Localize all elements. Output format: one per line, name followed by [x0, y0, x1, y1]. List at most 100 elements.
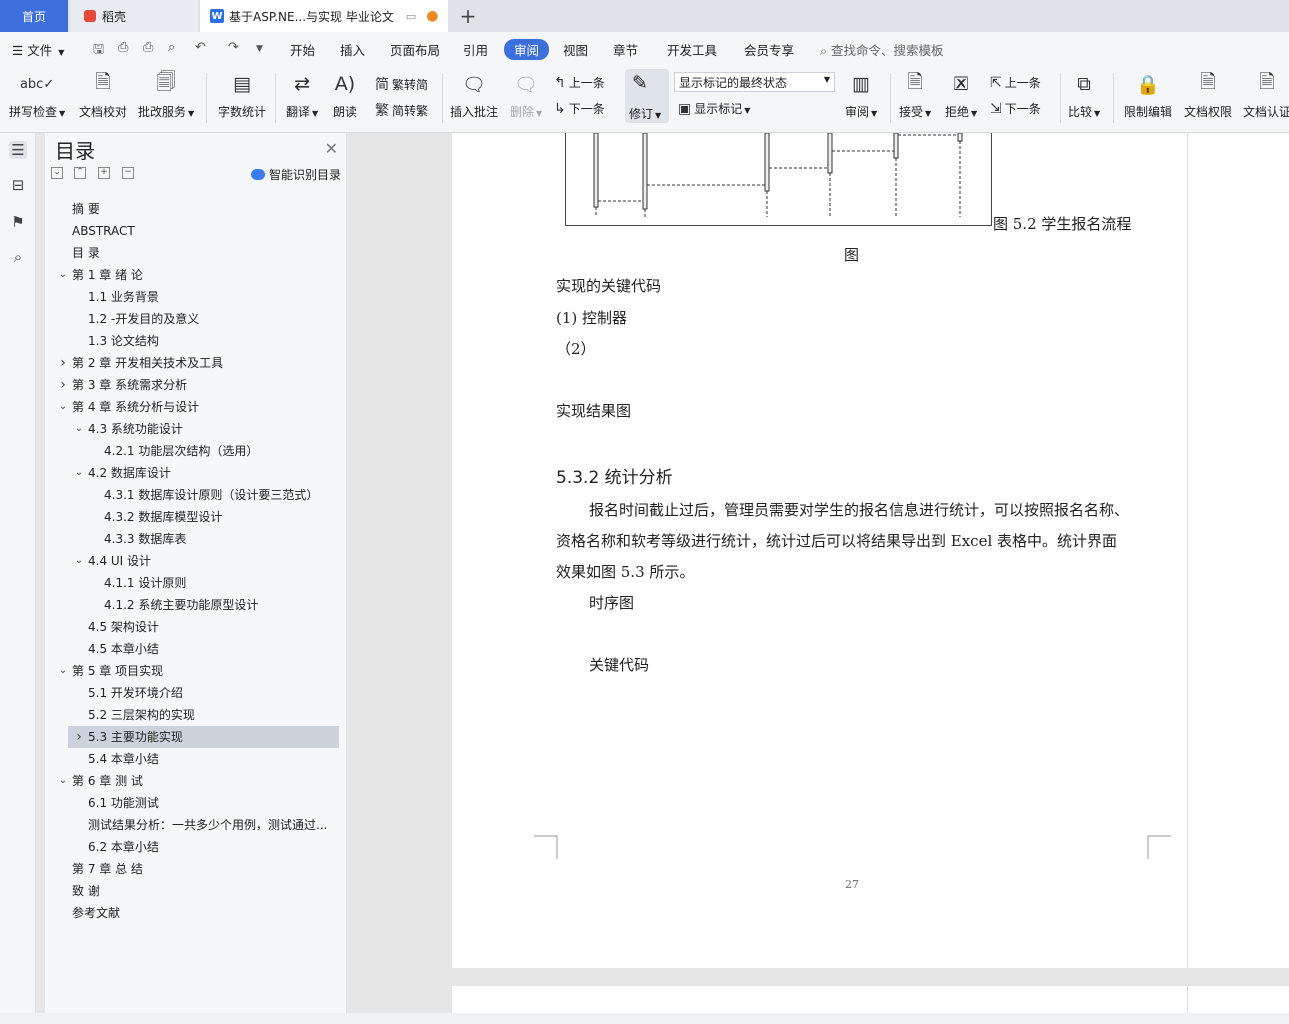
- toc-item[interactable]: 5.4 本章小结: [45, 748, 345, 770]
- insert-comment-button[interactable]: 🗨 插入批注: [450, 69, 498, 120]
- toc-item[interactable]: 测试结果分析：一共多少个用例，测试通过...: [45, 814, 345, 836]
- remove-heading-icon[interactable]: −: [122, 167, 134, 179]
- toc-item[interactable]: 6.1 功能测试: [45, 792, 345, 814]
- revision-state-select[interactable]: 显示标记的最终状态 ▼: [674, 72, 835, 92]
- menu-review[interactable]: 审阅: [504, 39, 550, 60]
- toc-item[interactable]: ⌄ 4.2 数据库设计: [45, 462, 345, 484]
- next-page[interactable]: [452, 986, 1289, 1016]
- doc-permission-button[interactable]: 🗎 文档权限: [1184, 69, 1232, 120]
- new-tab-button[interactable]: +: [454, 0, 482, 32]
- read-aloud-button[interactable]: A) 朗读: [330, 69, 360, 120]
- chevron-down-icon[interactable]: ⌄: [73, 550, 85, 572]
- menu-view[interactable]: 视图: [563, 40, 588, 59]
- chevron-right-icon[interactable]: ›: [57, 374, 69, 396]
- toc-item[interactable]: 6.2 本章小结: [45, 836, 345, 858]
- quick-access-more-icon[interactable]: ▼: [256, 44, 263, 54]
- search-icon[interactable]: ⌕: [9, 248, 27, 266]
- tab-daoke[interactable]: 稻壳: [70, 0, 198, 32]
- toc-item[interactable]: 1.2 -开发目的及意义: [45, 308, 345, 330]
- prev-comment-button[interactable]: ↰ 上一条: [554, 74, 605, 91]
- chapter-nav-icon[interactable]: ⊟: [9, 176, 27, 194]
- spell-check-button[interactable]: abc✓ 拼写检查 ▼: [9, 69, 65, 120]
- export-pdf-icon[interactable]: ⎙: [118, 40, 128, 55]
- reject-button[interactable]: 🗷 拒绝 ▼: [945, 69, 977, 120]
- chevron-down-icon[interactable]: ⌄: [57, 264, 69, 286]
- toc-item[interactable]: › 第 2 章 开发相关技术及工具: [45, 352, 345, 374]
- toc-item[interactable]: 4.1.2 系统主要功能原型设计: [45, 594, 345, 616]
- chevron-down-icon[interactable]: ⌄: [73, 418, 85, 440]
- toc-item[interactable]: 4.3.2 数据库模型设计: [45, 506, 345, 528]
- toc-item[interactable]: 4.3.1 数据库设计原则（设计要三范式）: [45, 484, 345, 506]
- next-change-button[interactable]: ⇲ 下一条: [990, 100, 1041, 117]
- toc-item[interactable]: 1.1 业务背景: [45, 286, 345, 308]
- toc-item[interactable]: 第 7 章 总 结: [45, 858, 345, 880]
- chevron-right-icon[interactable]: ›: [57, 352, 69, 374]
- bookmark-icon[interactable]: ⚑: [9, 213, 27, 231]
- smart-identify-button[interactable]: 智能识别目录: [251, 166, 341, 183]
- save-icon[interactable]: 🖫: [93, 40, 104, 62]
- chevron-down-icon[interactable]: ⌄: [57, 396, 69, 418]
- translate-button[interactable]: ⇄ 翻译 ▼: [286, 69, 318, 120]
- add-heading-icon[interactable]: +: [98, 167, 110, 179]
- toc-item[interactable]: 4.2.1 功能层次结构（选用）: [45, 440, 345, 462]
- to-simplified-button[interactable]: 繁简转繁: [375, 100, 428, 120]
- menu-references[interactable]: 引用: [463, 40, 488, 59]
- toc-item[interactable]: ⌄ 第 6 章 测 试: [45, 770, 345, 792]
- chevron-down-icon[interactable]: ⌄: [73, 462, 85, 484]
- show-markup-button[interactable]: ▣ 显示标记 ▼: [678, 100, 750, 117]
- toc-item[interactable]: 4.3.3 数据库表: [45, 528, 345, 550]
- delete-comment-button[interactable]: 🗨 删除 ▼: [510, 69, 542, 120]
- review-pane-button[interactable]: ▥ 审阅 ▼: [845, 69, 877, 120]
- toc-item[interactable]: 5.2 三层架构的实现: [45, 704, 345, 726]
- toc-item[interactable]: 4.5 本章小结: [45, 638, 345, 660]
- revise-button[interactable]: ✎ 修订 ▼: [625, 69, 669, 123]
- restrict-edit-button[interactable]: 🔒 限制编辑: [1124, 69, 1172, 120]
- print-preview-icon[interactable]: ⌕: [168, 40, 175, 55]
- toc-item[interactable]: 摘 要: [45, 198, 345, 220]
- toc-item[interactable]: › 5.3 主要功能实现: [68, 726, 339, 748]
- redo-icon[interactable]: ↷: [228, 40, 239, 55]
- batch-service-button[interactable]: 🗐 批改服务 ▼: [138, 69, 194, 120]
- tab-home[interactable]: 首页: [0, 0, 68, 32]
- toc-item[interactable]: ⌄ 第 1 章 绪 论: [45, 264, 345, 286]
- prev-change-button[interactable]: ⇱ 上一条: [990, 74, 1041, 91]
- menu-start[interactable]: 开始: [290, 40, 315, 59]
- toc-item[interactable]: ⌄ 第 5 章 项目实现: [45, 660, 345, 682]
- menu-member[interactable]: 会员专享: [744, 40, 794, 59]
- menu-developer[interactable]: 开发工具: [667, 40, 717, 59]
- toc-item[interactable]: ⌄ 4.4 UI 设计: [45, 550, 345, 572]
- next-comment-button[interactable]: ↳ 下一条: [554, 100, 605, 117]
- print-icon[interactable]: ⎙: [143, 40, 153, 55]
- compare-button[interactable]: ⧉ 比较 ▼: [1068, 69, 1100, 120]
- expand-up-icon[interactable]: ⌃: [74, 167, 86, 179]
- word-count-button[interactable]: ▤ 字数统计: [218, 69, 266, 120]
- menu-chapter[interactable]: 章节: [613, 40, 638, 59]
- toc-panel-icon[interactable]: ☰: [9, 141, 27, 159]
- toc-item[interactable]: ABSTRACT: [45, 220, 345, 242]
- menu-page-layout[interactable]: 页面布局: [390, 40, 440, 59]
- chevron-right-icon[interactable]: ›: [73, 726, 85, 748]
- toc-item[interactable]: 4.1.1 设计原则: [45, 572, 345, 594]
- undo-icon[interactable]: ↶: [195, 40, 206, 55]
- toc-item[interactable]: 目 录: [45, 242, 345, 264]
- doc-proof-button[interactable]: 🗎 文档校对: [79, 69, 127, 120]
- toc-item[interactable]: 4.5 架构设计: [45, 616, 345, 638]
- accept-button[interactable]: 🗎 接受 ▼: [899, 69, 931, 120]
- tab-document[interactable]: W 基于ASP.NE...与实现 毕业论文 ▭ ●: [200, 0, 448, 32]
- menu-insert[interactable]: 插入: [340, 40, 365, 59]
- chevron-down-icon[interactable]: ⌄: [57, 770, 69, 792]
- document-page[interactable]: 图 5.2 学生报名流程 图 实现的关键代码 (1) 控制器 （2） 实现结果图…: [452, 132, 1289, 968]
- float-window-icon[interactable]: ▭: [406, 10, 416, 23]
- command-search[interactable]: ⌕ 查找命令、搜索模板: [820, 40, 944, 59]
- to-traditional-button[interactable]: 简繁转简: [375, 74, 428, 94]
- close-icon[interactable]: ✕: [325, 139, 338, 158]
- toc-item[interactable]: 参考文献: [45, 902, 345, 924]
- file-menu[interactable]: ☰ 文件 ▼: [12, 40, 64, 59]
- collapse-all-icon[interactable]: ⌄: [51, 167, 63, 179]
- toc-item[interactable]: ⌄ 4.3 系统功能设计: [45, 418, 345, 440]
- toc-item[interactable]: 5.1 开发环境介绍: [45, 682, 345, 704]
- doc-certify-button[interactable]: 🗎 文档认证: [1243, 69, 1289, 120]
- chevron-down-icon[interactable]: ⌄: [57, 660, 69, 682]
- toc-item[interactable]: ⌄ 第 4 章 系统分析与设计: [45, 396, 345, 418]
- toc-item[interactable]: 致 谢: [45, 880, 345, 902]
